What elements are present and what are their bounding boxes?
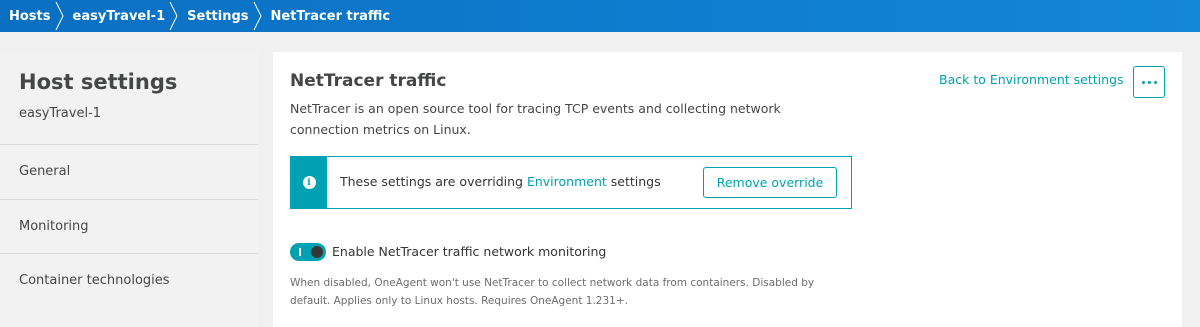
more-options-button[interactable] [1133,66,1165,98]
notice-text: These settings are overriding Environmen… [340,174,661,189]
sidebar-item-label: Container technologies [19,273,170,288]
override-notice: i These settings are overriding Environm… [290,156,852,209]
info-icon: i [302,176,316,189]
sidebar: Host settings easyTravel-1 General Monit… [0,52,258,327]
sidebar-subtitle: easyTravel-1 [19,106,102,121]
toggle-on-mark [299,248,301,256]
toggle-label[interactable]: Enable NetTracer traffic network monitor… [332,244,606,259]
sidebar-item-monitoring[interactable]: Monitoring [0,199,258,253]
sidebar-item-container-technologies[interactable]: Container technologies [0,253,258,307]
page-title: NetTracer traffic [290,71,447,91]
sidebar-item-label: General [19,164,71,179]
sidebar-title: Host settings [19,70,178,94]
nettracer-toggle[interactable] [290,243,326,261]
notice-strip: i [291,157,327,208]
more-horizontal-icon [1141,80,1157,84]
settings-card: NetTracer traffic NetTracer is an open s… [273,52,1182,327]
sidebar-item-general[interactable]: General [0,144,258,198]
breadcrumb-current: NetTracer traffic [270,8,391,24]
page-description: NetTracer is an open source tool for tra… [290,101,781,137]
remove-override-button[interactable]: Remove override [703,167,837,198]
environment-link[interactable]: Environment [527,174,607,189]
breadcrumb-settings[interactable]: Settings [177,0,262,32]
toggle-help-text: When disabled, OneAgent won't use NetTra… [290,277,815,307]
toggle-knob [311,246,323,258]
breadcrumb-host[interactable]: easyTravel-1 [63,0,178,32]
sidebar-item-label: Monitoring [19,219,89,234]
breadcrumb: Hosts easyTravel-1 Settings NetTracer tr… [0,0,1200,32]
back-to-environment-link[interactable]: Back to Environment settings [939,72,1123,87]
breadcrumb-hosts[interactable]: Hosts [0,0,64,32]
